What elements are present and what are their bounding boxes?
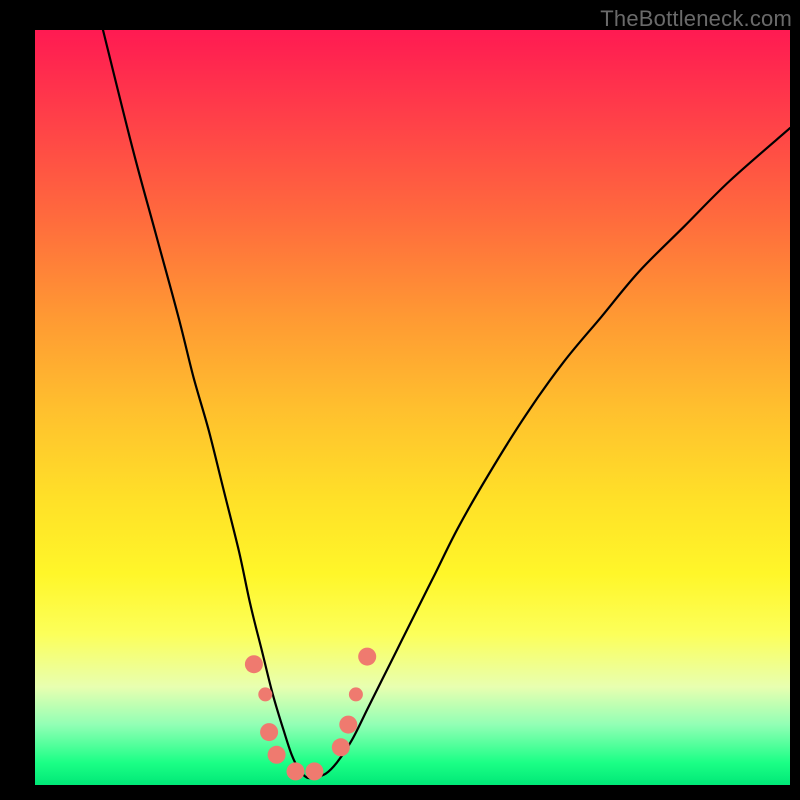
curve-marker — [258, 687, 272, 701]
watermark-text: TheBottleneck.com — [600, 6, 792, 32]
chart-frame: TheBottleneck.com — [0, 0, 800, 800]
curve-marker — [268, 746, 286, 764]
curve-marker — [349, 687, 363, 701]
curve-marker — [305, 762, 323, 780]
curve-marker — [287, 762, 305, 780]
chart-svg — [35, 30, 790, 785]
plot-area — [35, 30, 790, 785]
curve-marker — [358, 648, 376, 666]
curve-marker — [339, 716, 357, 734]
curve-marker — [245, 655, 263, 673]
curve-line — [103, 30, 790, 778]
curve-marker — [260, 723, 278, 741]
curve-markers — [245, 648, 376, 781]
curve-marker — [332, 738, 350, 756]
